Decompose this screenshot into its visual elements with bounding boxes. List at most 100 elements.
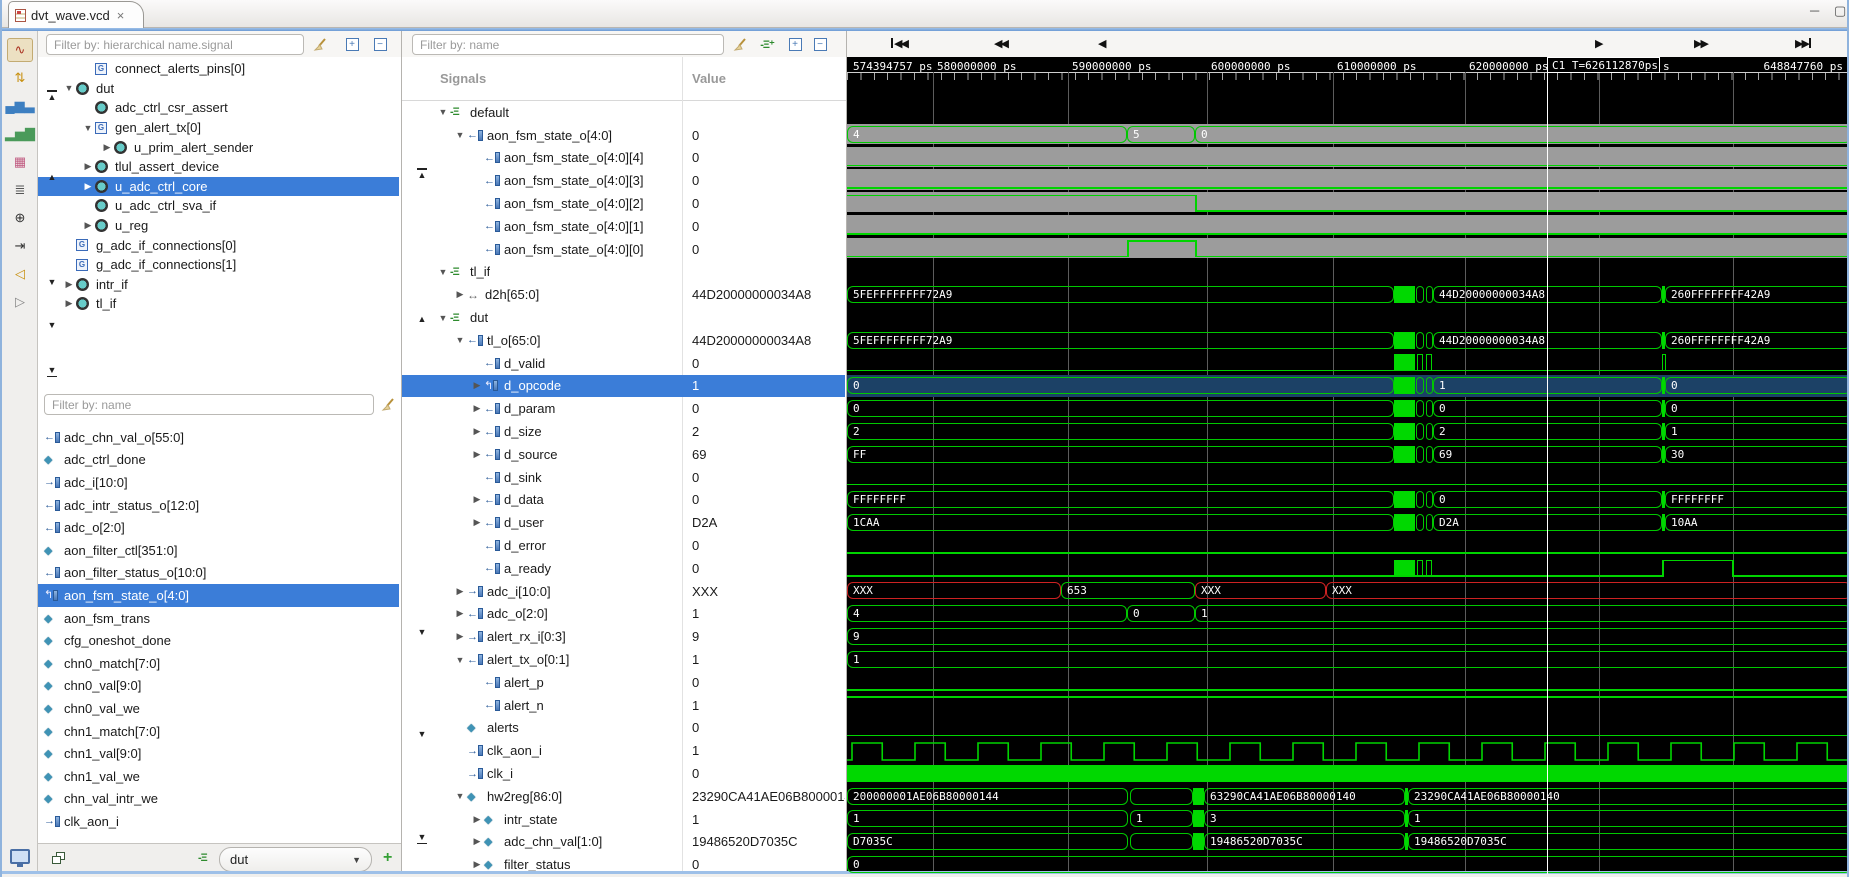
- wave-row-alert_rx_i-0-3-[interactable]: 9: [847, 625, 1847, 648]
- wave-row-alert_p[interactable]: [847, 671, 1847, 694]
- scroll-down-icon[interactable]: ▼: [414, 830, 430, 844]
- expand-arrow-icon[interactable]: ▶: [81, 220, 95, 231]
- local-item-aon_filter_status_o-10-0-[interactable]: ←aon_filter_status_o[10:0]: [38, 562, 399, 585]
- expand-arrow-icon[interactable]: ▶: [81, 161, 95, 172]
- signal-row-aon_fsm_state_o-4-0-1-[interactable]: ←aon_fsm_state_o[4:0][1]0: [402, 215, 845, 238]
- signal-row-d_valid[interactable]: ←d_valid0: [402, 352, 845, 375]
- signal-row-alerts[interactable]: ◆alerts0: [402, 717, 845, 740]
- monitor-icon[interactable]: [10, 849, 30, 864]
- prev-marker-icon[interactable]: ◁: [7, 262, 33, 286]
- tree-item-u_prim_alert_sender[interactable]: ▶u_prim_alert_sender: [38, 137, 399, 157]
- expand-arrow-icon[interactable]: ▼: [453, 335, 467, 345]
- wave-row-d_param[interactable]: 000: [847, 397, 1847, 420]
- tree-item-tl_if[interactable]: ▶tl_if: [38, 294, 399, 314]
- signal-row-d_sink[interactable]: ←d_sink0: [402, 466, 845, 489]
- local-item-chn0_val-9-0-[interactable]: ◆chn0_val[9:0]: [38, 675, 399, 698]
- scroll-down-icon[interactable]: ▼: [414, 625, 430, 639]
- wave-row-aon_fsm_state_o-4-0-2-[interactable]: [847, 192, 1847, 215]
- expand-arrow-icon[interactable]: ▶: [453, 631, 467, 642]
- local-item-adc_ctrl_done[interactable]: ◆adc_ctrl_done: [38, 449, 399, 472]
- wave-row-d_opcode[interactable]: 010: [847, 375, 1847, 398]
- cascade-windows-icon[interactable]: [52, 852, 66, 865]
- signal-row-d_param[interactable]: ▶←d_param0: [402, 397, 845, 420]
- signal-row-a_ready[interactable]: ←a_ready0: [402, 557, 845, 580]
- wave-row-tl_o-65-0-[interactable]: 5FEFFFFFFFF72A944D20000000034A8260FFFFFF…: [847, 329, 1847, 352]
- tab-dvt-wave[interactable]: dvt_wave.vcd ×: [8, 1, 144, 28]
- signals-clear-broom-icon[interactable]: [730, 35, 750, 54]
- local-item-chn1_val-9-0-[interactable]: ◆chn1_val[9:0]: [38, 742, 399, 765]
- wave-row-d_user[interactable]: 1CAAD2A10AA: [847, 511, 1847, 534]
- signal-row-alert_n[interactable]: ←alert_n1: [402, 694, 845, 717]
- signal-row-aon_fsm_state_o-4-0-3-[interactable]: ←aon_fsm_state_o[4:0][3]0: [402, 169, 845, 192]
- scroll-up-icon[interactable]: ▲: [414, 168, 430, 182]
- scroll-down-icon[interactable]: ▼: [414, 727, 430, 741]
- expand-arrow-icon[interactable]: ▶: [470, 449, 484, 460]
- cursor-line[interactable]: [1547, 72, 1548, 874]
- expand-arrow-icon[interactable]: ▶: [470, 859, 484, 870]
- local-item-clk_aon_i[interactable]: →clk_aon_i: [38, 810, 399, 833]
- jump-to-end-button[interactable]: ▶▶: [1795, 34, 1811, 52]
- tree-item-g_adc_if_connections-0-[interactable]: Gg_adc_if_connections[0]: [38, 235, 399, 255]
- local-item-adc_chn_val_o-55-0-[interactable]: ←adc_chn_val_o[55:0]: [38, 426, 399, 449]
- wave-row-d_size[interactable]: 221: [847, 420, 1847, 443]
- maximize-icon[interactable]: ▢: [1834, 3, 1846, 19]
- signal-row-intr_state[interactable]: ▶◆intr_state1: [402, 808, 845, 831]
- scope-combo[interactable]: dut ▼: [219, 847, 372, 872]
- wave-row-adc_chn_val-1-0-[interactable]: D7035C19486520D7035C19486520D7035C: [847, 831, 1847, 854]
- wave-row-clk_aon_i[interactable]: [847, 739, 1847, 762]
- expand-arrow-icon[interactable]: ▶: [100, 142, 114, 153]
- expand-arrow-icon[interactable]: ▶: [453, 289, 467, 300]
- tree-item-u_reg[interactable]: ▶u_reg: [38, 216, 399, 236]
- add-group-icon[interactable]: -Ξ⁺: [757, 35, 777, 54]
- scroll-up-icon[interactable]: ▲: [44, 90, 60, 104]
- expand-arrow-icon[interactable]: ▼: [453, 655, 467, 665]
- expand-arrow-icon[interactable]: ▶: [470, 403, 484, 414]
- wave-row-dut[interactable]: [847, 306, 1847, 329]
- signal-row-default[interactable]: ▼-Ξdefault: [402, 101, 845, 124]
- wave-row-adc_i-10-0-[interactable]: XXX653XXXXXX: [847, 580, 1847, 603]
- signal-row-alert_p[interactable]: ←alert_p0: [402, 671, 845, 694]
- clear-filter-broom-icon[interactable]: [310, 35, 330, 54]
- signals-collapse-all-icon[interactable]: −: [810, 35, 830, 54]
- local-item-aon_filter_ctl-351-0-[interactable]: ◆aon_filter_ctl[351:0]: [38, 539, 399, 562]
- local-item-chn1_val_we[interactable]: ◆chn1_val_we: [38, 765, 399, 788]
- tree-item-dut[interactable]: ▼dut: [38, 79, 399, 99]
- locals-filter-input[interactable]: [44, 394, 374, 415]
- tree-item-g_adc_if_connections-1-[interactable]: Gg_adc_if_connections[1]: [38, 255, 399, 275]
- tree-item-u_adc_ctrl_core[interactable]: ▶u_adc_ctrl_core: [38, 177, 399, 197]
- signal-row-aon_fsm_state_o-4-0-2-[interactable]: ←aon_fsm_state_o[4:0][2]0: [402, 192, 845, 215]
- scroll-down-icon[interactable]: ▼: [44, 275, 60, 289]
- signal-row-d_opcode[interactable]: ▶↰d_opcode1: [402, 375, 845, 398]
- goto-end-icon[interactable]: ⇥: [7, 234, 33, 258]
- expand-all-icon[interactable]: +: [342, 35, 362, 54]
- wave-row-d_source[interactable]: FF6930: [847, 443, 1847, 466]
- wave-row-tl_if[interactable]: [847, 261, 1847, 284]
- expand-arrow-icon[interactable]: ▼: [62, 83, 76, 93]
- signal-row-hw2reg-86-0-[interactable]: ▼◆hw2reg[86:0]23290CA41AE06B80000140: [402, 785, 845, 808]
- wave-row-alert_n[interactable]: [847, 694, 1847, 717]
- collapse-all-icon[interactable]: −: [370, 35, 390, 54]
- cursor-time-box[interactable]: C1 T=626112870ps: [1547, 57, 1660, 73]
- locals-clear-broom-icon[interactable]: [378, 395, 398, 414]
- wave-row-intr_state[interactable]: 1131: [847, 808, 1847, 831]
- signal-row-adc_o-2-0-[interactable]: ▶←adc_o[2:0]1: [402, 603, 845, 626]
- signal-row-aon_fsm_state_o-4-0-4-[interactable]: ←aon_fsm_state_o[4:0][4]0: [402, 147, 845, 170]
- expand-arrow-icon[interactable]: ▶: [62, 279, 76, 290]
- signal-row-alert_rx_i-0-3-[interactable]: ▶→alert_rx_i[0:3]9: [402, 625, 845, 648]
- expand-arrow-icon[interactable]: ▶: [470, 380, 484, 391]
- timeline-ruler[interactable]: 574394757 ps580000000 ps590000000 ps6000…: [847, 57, 1847, 101]
- wave-row-alert_tx_o-0-1-[interactable]: 1: [847, 648, 1847, 671]
- scroll-up-icon[interactable]: ▲: [44, 170, 60, 184]
- minimize-icon[interactable]: ─: [1810, 3, 1819, 18]
- tree-item-connect_alerts_pins-0-[interactable]: Gconnect_alerts_pins[0]: [38, 59, 399, 79]
- local-item-chn_val_intr_we[interactable]: ◆chn_val_intr_we: [38, 788, 399, 811]
- expand-arrow-icon[interactable]: ▶: [81, 181, 95, 192]
- expand-arrow-icon[interactable]: ▼: [436, 107, 450, 117]
- scroll-down-icon[interactable]: ▼: [44, 318, 60, 332]
- zoom-icon[interactable]: ⊕: [7, 206, 33, 230]
- signal-row-dut[interactable]: ▼-Ξdut: [402, 306, 845, 329]
- signal-row-aon_fsm_state_o-4-0-[interactable]: ▼←aon_fsm_state_o[4:0]0: [402, 124, 845, 147]
- chart-plot-icon[interactable]: ▂▅▇: [7, 122, 33, 146]
- jump-to-start-button[interactable]: ◀◀: [891, 34, 907, 52]
- local-item-cfg_oneshot_done[interactable]: ◆cfg_oneshot_done: [38, 629, 399, 652]
